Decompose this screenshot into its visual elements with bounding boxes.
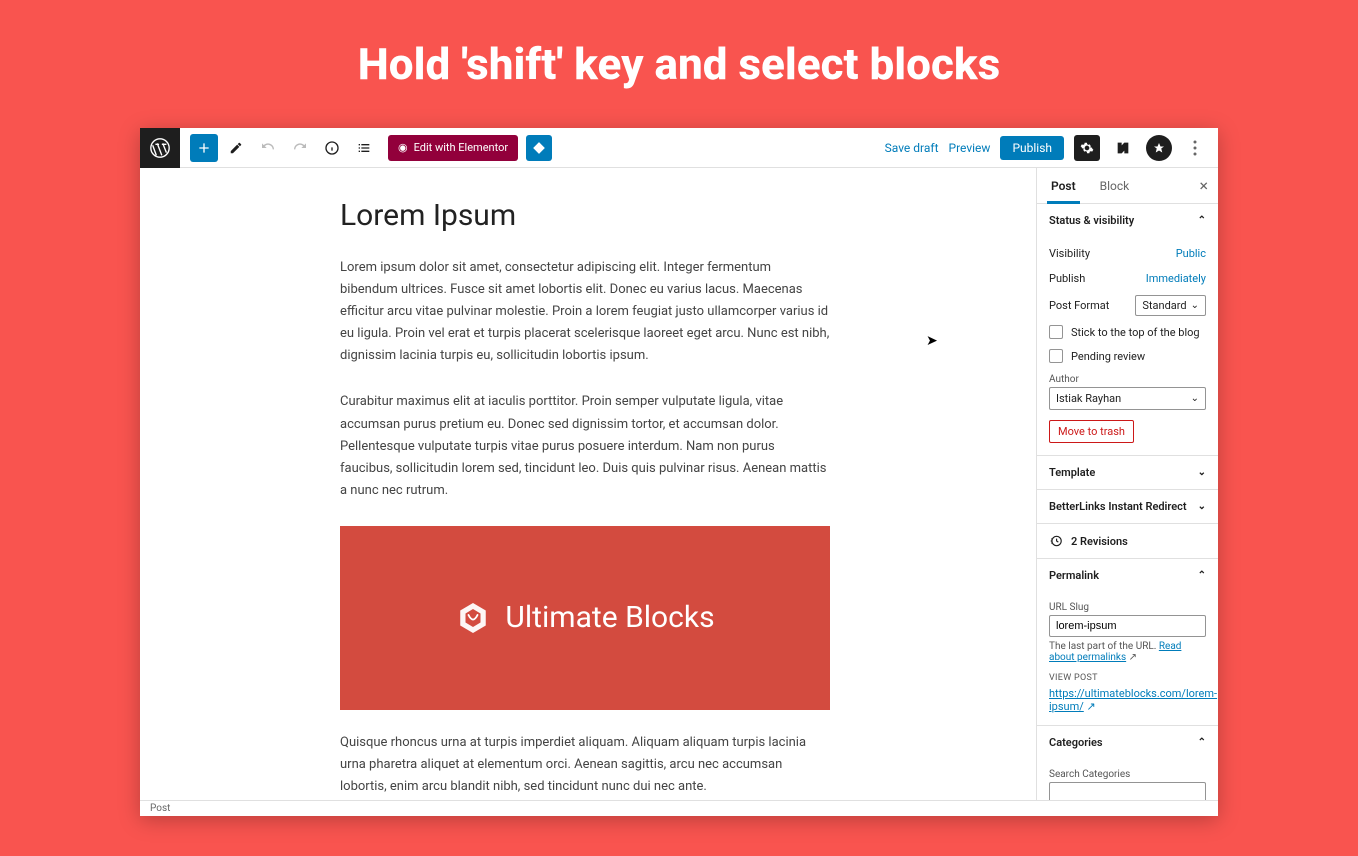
revisions-label: 2 Revisions — [1071, 535, 1128, 548]
chevron-down-icon: ⌄ — [1198, 501, 1206, 512]
permalink-helper: The last part of the URL. Read about per… — [1049, 637, 1206, 663]
post-url-link[interactable]: https://ultimateblocks.com/lorem-ipsum/ — [1049, 687, 1217, 713]
toolbar-right-actions: Save draft Preview Publish — [885, 135, 1212, 161]
revisions-row[interactable]: 2 Revisions — [1037, 524, 1218, 559]
author-label: Author — [1049, 368, 1206, 387]
editor-canvas[interactable]: Lorem Ipsum Lorem ipsum dolor sit amet, … — [140, 168, 1036, 800]
panel-status-title: Status & visibility — [1049, 214, 1134, 227]
url-slug-input[interactable] — [1049, 615, 1206, 637]
url-slug-label: URL Slug — [1049, 596, 1206, 615]
panel-permalink: Permalink ⌃ URL Slug The last part of th… — [1037, 559, 1218, 726]
tab-block[interactable]: Block — [1096, 168, 1134, 204]
pending-label: Pending review — [1071, 350, 1145, 363]
search-categories-input[interactable] — [1049, 782, 1206, 800]
paragraph-block-3[interactable]: Quisque rhoncus urna at turpis imperdiet… — [340, 732, 830, 798]
history-icon — [1049, 534, 1063, 548]
panel-betterlinks: BetterLinks Instant Redirect ⌄ — [1037, 490, 1218, 524]
panel-categories: Categories ⌃ Search Categories ✓Gutenber… — [1037, 726, 1218, 800]
post-title[interactable]: Lorem Ipsum — [340, 198, 830, 233]
post-format-select[interactable]: Standard⌄ — [1135, 295, 1206, 316]
elementor-icon: ◉ — [398, 141, 408, 154]
publish-value[interactable]: Immediately — [1146, 272, 1206, 285]
edit-with-elementor-button[interactable]: ◉ Edit with Elementor — [388, 135, 518, 161]
panel-betterlinks-header[interactable]: BetterLinks Instant Redirect ⌄ — [1037, 490, 1218, 523]
visibility-label: Visibility — [1049, 247, 1090, 260]
breadcrumb[interactable]: Post — [150, 803, 170, 814]
chevron-up-icon: ⌃ — [1198, 215, 1206, 226]
paragraph-block-1[interactable]: Lorem ipsum dolor sit amet, consectetur … — [340, 257, 830, 367]
view-post-label: VIEW POST — [1049, 663, 1206, 687]
close-sidebar-icon[interactable]: × — [1199, 176, 1208, 195]
panel-template: Template ⌄ — [1037, 456, 1218, 490]
sidebar-tabs: Post Block × — [1037, 168, 1218, 204]
settings-icon[interactable] — [1074, 135, 1100, 161]
panel-template-header[interactable]: Template ⌄ — [1037, 456, 1218, 489]
tab-post[interactable]: Post — [1047, 168, 1080, 204]
wordpress-logo[interactable] — [140, 128, 180, 168]
paragraph-block-2[interactable]: Curabitur maximus elit at iaculis portti… — [340, 391, 830, 501]
ultimate-blocks-icon — [455, 600, 491, 636]
publish-label: Publish — [1049, 272, 1085, 285]
ultimate-blocks-text: Ultimate Blocks — [505, 600, 714, 635]
wordpress-editor-window: ➤ ◉ Edit with Elementor Save draft Previ… — [140, 128, 1218, 816]
settings-sidebar: Post Block × Status & visibility ⌃ Visib… — [1036, 168, 1218, 800]
search-categories-label: Search Categories — [1049, 763, 1206, 782]
move-to-trash-button[interactable]: Move to trash — [1049, 420, 1134, 443]
panel-categories-title: Categories — [1049, 736, 1103, 749]
preview-button[interactable]: Preview — [949, 141, 991, 155]
panel-status-header[interactable]: Status & visibility ⌃ — [1037, 204, 1218, 237]
chevron-up-icon: ⌃ — [1198, 737, 1206, 748]
panel-permalink-header[interactable]: Permalink ⌃ — [1037, 559, 1218, 592]
image-block-ultimate-blocks[interactable]: Ultimate Blocks — [340, 526, 830, 710]
publish-button[interactable]: Publish — [1000, 136, 1064, 160]
elementor-button-label: Edit with Elementor — [414, 141, 509, 154]
mouse-cursor: ➤ — [926, 333, 938, 349]
list-view-button[interactable] — [350, 134, 378, 162]
post-format-label: Post Format — [1049, 299, 1109, 312]
author-select[interactable]: Istiak Rayhan⌄ — [1049, 387, 1206, 410]
more-options-icon[interactable] — [1182, 135, 1208, 161]
panel-permalink-title: Permalink — [1049, 569, 1099, 582]
redo-button[interactable] — [286, 134, 314, 162]
main-area: Lorem Ipsum Lorem ipsum dolor sit amet, … — [140, 168, 1218, 800]
chevron-up-icon: ⌃ — [1198, 570, 1206, 581]
chevron-down-icon: ⌄ — [1198, 467, 1206, 478]
panel-template-title: Template — [1049, 466, 1095, 479]
edit-mode-button[interactable] — [222, 134, 250, 162]
plugin-icon-1[interactable] — [1110, 135, 1136, 161]
undo-button[interactable] — [254, 134, 282, 162]
add-block-button[interactable] — [190, 134, 218, 162]
info-button[interactable] — [318, 134, 346, 162]
instruction-banner: Hold 'shift' key and select blocks — [0, 0, 1358, 110]
diamond-button[interactable] — [526, 135, 552, 161]
plugin-icon-2[interactable] — [1146, 135, 1172, 161]
status-bar: Post — [140, 800, 1218, 816]
external-link-icon: ↗ — [1129, 652, 1137, 663]
panel-betterlinks-title: BetterLinks Instant Redirect — [1049, 500, 1187, 513]
panel-categories-header[interactable]: Categories ⌃ — [1037, 726, 1218, 759]
save-draft-button[interactable]: Save draft — [885, 141, 939, 155]
editor-toolbar: ◉ Edit with Elementor Save draft Preview… — [140, 128, 1218, 168]
panel-status-visibility: Status & visibility ⌃ Visibility Public P… — [1037, 204, 1218, 456]
pending-checkbox[interactable] — [1049, 349, 1063, 363]
stick-label: Stick to the top of the blog — [1071, 326, 1200, 339]
stick-checkbox[interactable] — [1049, 325, 1063, 339]
external-link-icon: ↗ — [1087, 700, 1096, 713]
visibility-value[interactable]: Public — [1176, 247, 1206, 260]
